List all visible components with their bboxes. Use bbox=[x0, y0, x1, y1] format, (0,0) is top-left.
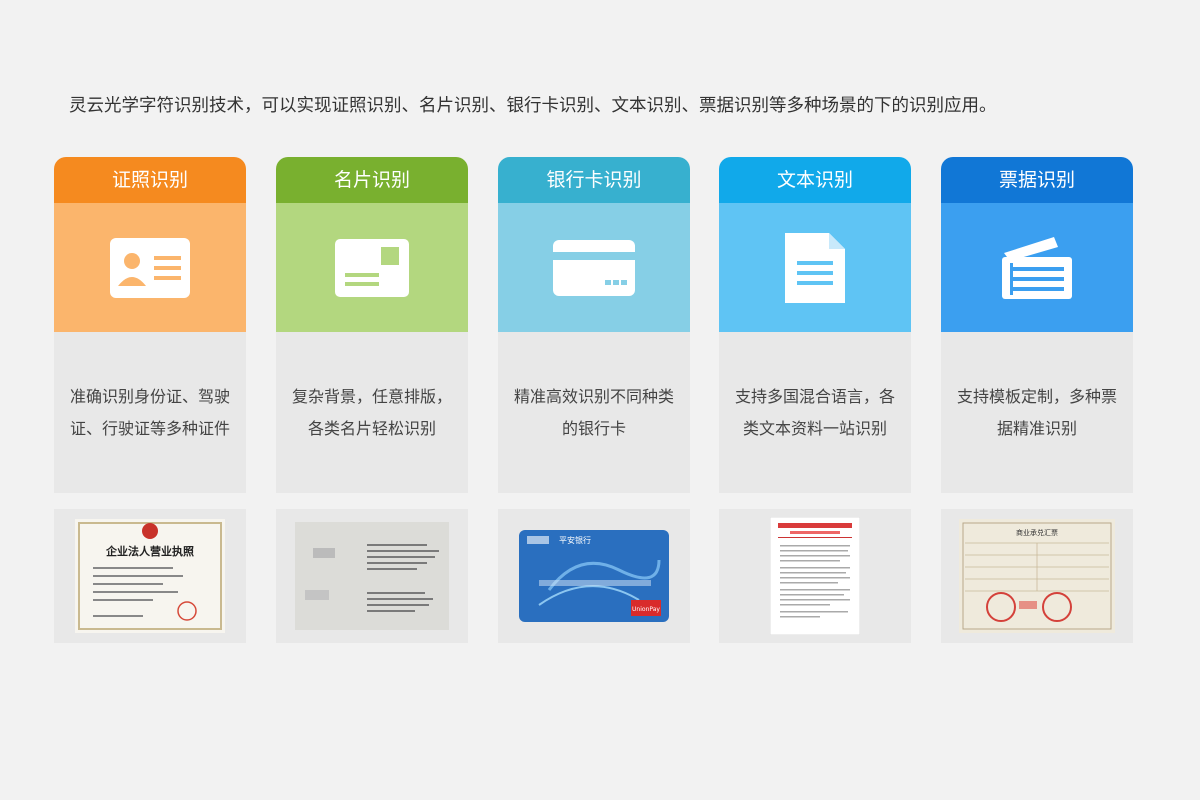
card-title: 证照识别 bbox=[54, 157, 246, 203]
card-description: 准确识别身份证、驾驶证、行驶证等多种证件 bbox=[54, 332, 246, 493]
card-title: 名片识别 bbox=[276, 157, 468, 203]
sample-image-business-license: 企业法人营业执照 bbox=[54, 509, 246, 643]
card-description: 精准高效识别不同种类的银行卡 bbox=[498, 332, 690, 493]
card-receipt-recognition[interactable]: 票据识别 支持模板定制，多种票据精准识别 商业承兑汇票 bbox=[941, 157, 1133, 643]
card-description: 复杂背景，任意排版，各类名片轻松识别 bbox=[276, 332, 468, 493]
bank-name: 平安银行 bbox=[559, 535, 591, 545]
card-icon-area bbox=[276, 203, 468, 332]
business-card-icon bbox=[335, 238, 409, 297]
card-bank-card-recognition[interactable]: 银行卡识别 精准高效识别不同种类的银行卡 平安银行 UnionPay bbox=[498, 157, 690, 643]
license-title: 企业法人营业执照 bbox=[105, 544, 194, 558]
intro-text: 灵云光学字符识别技术，可以实现证照识别、名片识别、银行卡识别、文本识别、票据识别… bbox=[69, 96, 997, 116]
sample-image-text-document bbox=[719, 509, 911, 643]
sample-image-business-card bbox=[276, 509, 468, 643]
card-icon-area bbox=[54, 203, 246, 332]
id-card-icon bbox=[110, 237, 190, 298]
card-icon-area bbox=[719, 203, 911, 332]
unionpay-text: UnionPay bbox=[632, 606, 660, 613]
sample-image-bank-card: 平安银行 UnionPay bbox=[498, 509, 690, 643]
card-id-recognition[interactable]: 证照识别 准确识别身份证、驾驶证、行驶证等多种证件 企业法人营业执照 bbox=[54, 157, 246, 643]
bill-title: 商业承兑汇票 bbox=[1016, 528, 1058, 537]
bank-card-icon bbox=[553, 239, 635, 296]
card-title: 票据识别 bbox=[941, 157, 1133, 203]
receipt-icon bbox=[1002, 236, 1072, 299]
card-icon-area bbox=[941, 203, 1133, 332]
card-title: 银行卡识别 bbox=[498, 157, 690, 203]
card-business-card-recognition[interactable]: 名片识别 复杂背景，任意排版，各类名片轻松识别 bbox=[276, 157, 468, 643]
sample-image-bill: 商业承兑汇票 bbox=[941, 509, 1133, 643]
document-icon bbox=[785, 232, 845, 303]
card-description: 支持模板定制，多种票据精准识别 bbox=[941, 332, 1133, 493]
card-text-recognition[interactable]: 文本识别 支持多国混合语言，各类文本资料一站识别 bbox=[719, 157, 911, 643]
card-icon-area bbox=[498, 203, 690, 332]
card-title: 文本识别 bbox=[719, 157, 911, 203]
card-description: 支持多国混合语言，各类文本资料一站识别 bbox=[719, 332, 911, 493]
feature-cards: 证照识别 准确识别身份证、驾驶证、行驶证等多种证件 企业法人营业执照 名片识别 … bbox=[54, 157, 1146, 647]
